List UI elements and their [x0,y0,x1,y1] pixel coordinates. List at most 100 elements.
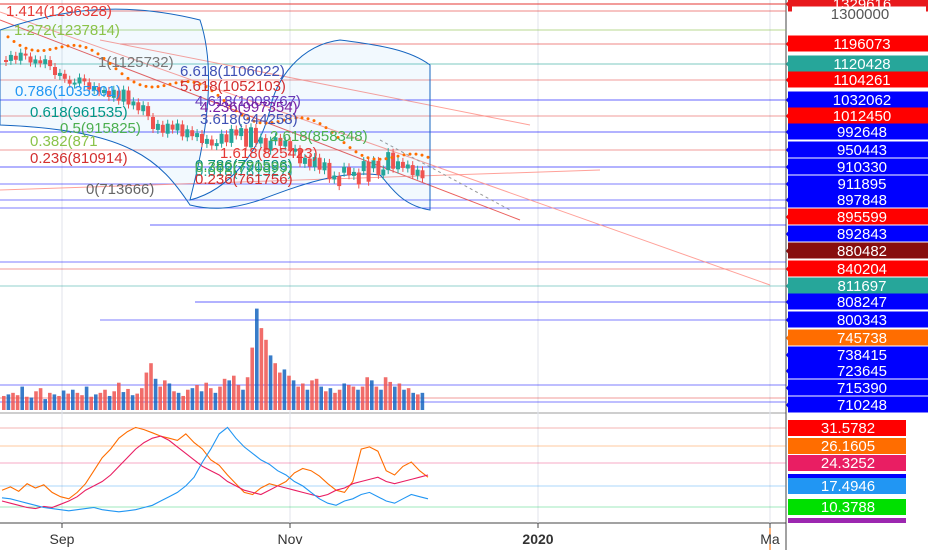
sar-dot [426,155,430,159]
candle-body [258,137,263,144]
volume-bar [34,391,38,410]
sar-dot [60,45,64,49]
volume-bar [305,389,310,410]
volume-bar [75,392,80,410]
candle-body [239,128,244,137]
volume-bar [268,355,273,410]
volume-bar [94,394,98,410]
price-tag-label: 1196073 [833,36,890,53]
fib-level-label: 0.236(761756) [195,171,293,188]
volume-bar [402,389,406,410]
volume-bar [98,392,103,410]
volume-bar [333,392,337,410]
candle-body [351,171,356,176]
time-tick-label: Nov [278,531,303,547]
sar-dot [90,48,94,52]
volume-bar [337,389,342,410]
candle-body [342,166,347,173]
volume-bar [379,389,383,410]
volume-bar [328,388,333,410]
candle-body [121,89,126,102]
volume-bar [48,392,52,410]
candle-body [415,169,420,176]
volume-bar [287,375,291,410]
volume-bar [6,394,11,410]
fib-level-label: 1.272(1237814) [14,22,120,39]
candle-body [420,170,425,179]
volume-bar [15,395,20,410]
volume-bar [388,381,392,410]
volume-bar [218,386,222,410]
fib-level-label: 1(1125732) [98,54,174,71]
volume-bar [370,380,374,410]
volume-bar [245,377,250,410]
volume-bar [149,363,153,410]
sar-dot [18,43,22,47]
volume-bar [232,375,236,410]
time-tick-label: 2020 [522,531,553,547]
volume-bar [397,383,402,410]
volume-bar [301,383,305,410]
sar-dot [384,157,388,161]
sar-dot [168,82,172,86]
price-tag-label: 723645 [837,363,887,380]
volume-bar [186,389,190,410]
candle-body [410,165,415,176]
volume-bar [213,392,218,410]
volume-bar [140,388,144,410]
price-tag-label: 710248 [837,397,887,414]
candle-body [180,124,185,137]
candle-body [234,129,239,136]
candle-body [57,72,62,76]
volume-bar [264,339,268,410]
price-tag-label: 892843 [837,226,887,243]
candle-body [322,162,327,171]
sar-dot [120,72,124,76]
candle-body [165,123,170,134]
candle-body [386,152,391,171]
volume-bar [153,378,158,410]
volume-bar [103,389,107,410]
candle-body [155,123,160,130]
trading-chart[interactable]: 1.414(1296328)1.272(1237814)1(1125732)6.… [0,0,932,550]
fib-level-label: 2.618(858348) [270,128,368,145]
volume-bar [158,386,162,410]
osc-tag-label: 24.3252 [821,455,875,472]
candle-body [405,164,410,169]
sar-dot [408,152,412,156]
price-tag-label: 1032062 [833,92,891,109]
volume-bar [255,308,259,410]
sar-dot [396,154,400,158]
osc-tag-label: 31.5782 [821,420,875,437]
candle-body [185,129,190,138]
volume-bar [38,388,43,410]
price-tag-label: 897848 [837,192,887,209]
sar-dot [378,157,382,161]
fib-level-label: 3.618(944258) [200,111,298,128]
volume-bar [11,392,15,410]
sar-dot [312,119,316,123]
volume-bar [29,397,34,410]
volume-bar [227,380,231,410]
sar-dot [150,85,154,89]
sar-dot [24,46,28,50]
sar-dot [306,117,310,121]
candle-body [371,160,376,169]
fib-level-label: 0.236(810914) [30,150,128,167]
volume-bar [222,378,227,410]
sar-dot [66,44,70,48]
candle-body [8,54,13,61]
volume-bar [324,391,328,410]
sar-dot [348,146,352,150]
sar-dot [6,35,10,39]
candle-body [327,162,332,179]
volume-bar [167,383,172,410]
volume-bar [71,389,75,410]
volume-bar [117,382,121,410]
volume-bar [61,390,66,410]
candle-body [253,127,258,143]
candle-body [28,56,33,63]
volume-bar [172,391,176,410]
volume-bar [89,396,93,410]
candle-body [13,55,18,60]
